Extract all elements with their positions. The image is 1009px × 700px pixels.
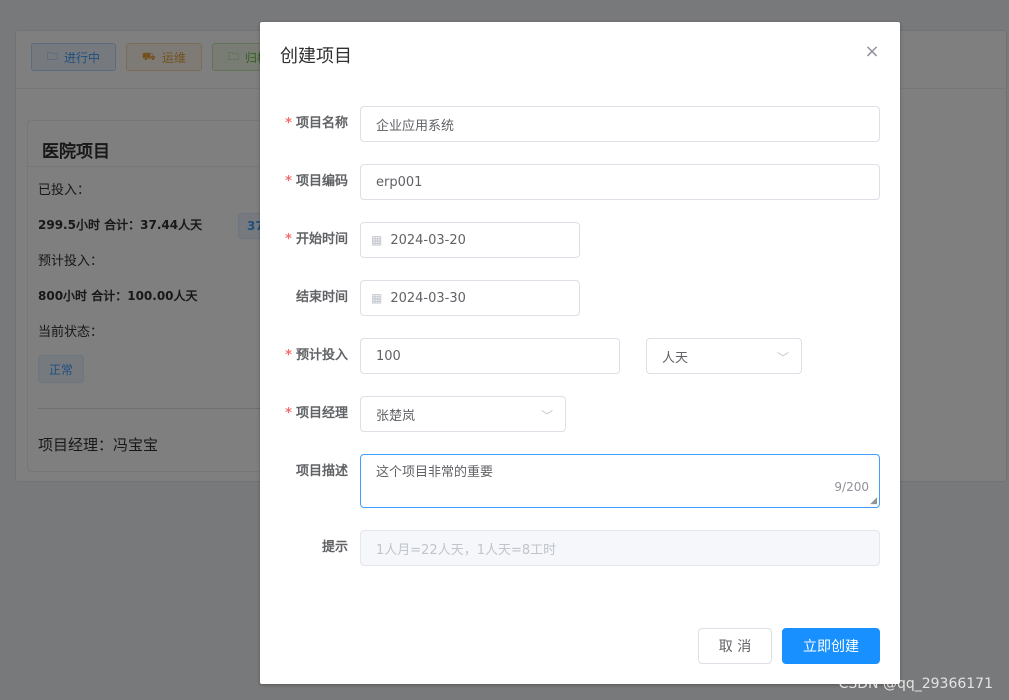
planned-label: 预计投入 [295,348,348,363]
field-label: * 项目经理 [260,396,348,432]
planned-value: 100 [376,348,401,364]
chevron-down-icon: ﹀ [776,351,789,365]
calendar-icon: ▦ [371,233,383,247]
end-label: 结束时间 [295,290,348,305]
start-date-value: 2024-03-20 [390,232,466,248]
end-date-value: 2024-03-30 [390,290,466,306]
unit-select[interactable]: 人天 ﹀ [646,338,802,374]
description-value: 这个项目非常的重要 [376,465,494,480]
close-icon[interactable]: × [864,43,880,61]
chevron-down-icon: ﹀ [540,409,553,423]
field-label: 项目描述 [260,454,348,490]
project-name-input[interactable]: 企业应用系统 [360,106,880,142]
code-label: 项目编码 [295,174,348,189]
required-mark: * [285,116,292,131]
field-label: * 开始时间 [260,222,348,258]
project-name-value: 企业应用系统 [376,118,455,134]
resize-handle-icon[interactable]: ◢ [870,496,877,506]
unit-value: 人天 [662,350,689,366]
field-label: * 项目编码 [260,164,348,200]
required-mark: * [285,232,292,247]
dialog-title: 创建项目 [280,46,352,67]
form-row-code: * 项目编码 erp001 [260,164,900,200]
required-mark: * [285,348,292,363]
create-project-dialog: 创建项目 × * 项目名称 企业应用系统 * 项目编码 erp001 * 开始时间 ▦… [260,22,900,684]
manager-select[interactable]: 张楚岚 ﹀ [360,396,566,432]
field-label: 结束时间 [260,280,348,316]
project-code-value: erp001 [376,174,423,190]
form-row-end: 结束时间 ▦ 2024-03-30 [260,280,900,316]
start-label: 开始时间 [295,232,348,247]
required-mark: * [285,406,292,421]
hint-value: 1人月=22人天，1人天=8工时 [376,542,557,558]
form-row-hint: 提示 1人月=22人天，1人天=8工时 [260,530,900,566]
manager-value: 张楚岚 [376,408,416,424]
planned-input[interactable]: 100 [360,338,620,374]
create-button[interactable]: 立即创建 [782,628,880,664]
form-row-planned: * 预计投入 100 人天 ﹀ [260,338,900,374]
field-label: * 项目名称 [260,106,348,142]
form-row-name: * 项目名称 企业应用系统 [260,106,900,142]
description-textarea[interactable]: 这个项目非常的重要 9/200 ◢ [360,454,880,508]
end-date-picker[interactable]: ▦ 2024-03-30 [360,280,580,316]
required-mark: * [285,174,292,189]
form-row-manager: * 项目经理 张楚岚 ﹀ [260,396,900,432]
start-date-picker[interactable]: ▦ 2024-03-20 [360,222,580,258]
project-code-input[interactable]: erp001 [360,164,880,200]
description-label: 项目描述 [295,464,348,479]
hint-label: 提示 [321,540,348,555]
manager-label: 项目经理 [295,406,348,421]
hint-input: 1人月=22人天，1人天=8工时 [360,530,880,566]
form-row-start: * 开始时间 ▦ 2024-03-20 [260,222,900,258]
watermark: CSDN @qq_29366171 [838,676,993,692]
cancel-button[interactable]: 取 消 [698,628,772,664]
calendar-icon: ▦ [371,291,383,305]
field-label: 提示 [260,530,348,566]
name-label: 项目名称 [295,116,348,131]
char-count: 9/200 [834,480,869,494]
field-label: * 预计投入 [260,338,348,374]
